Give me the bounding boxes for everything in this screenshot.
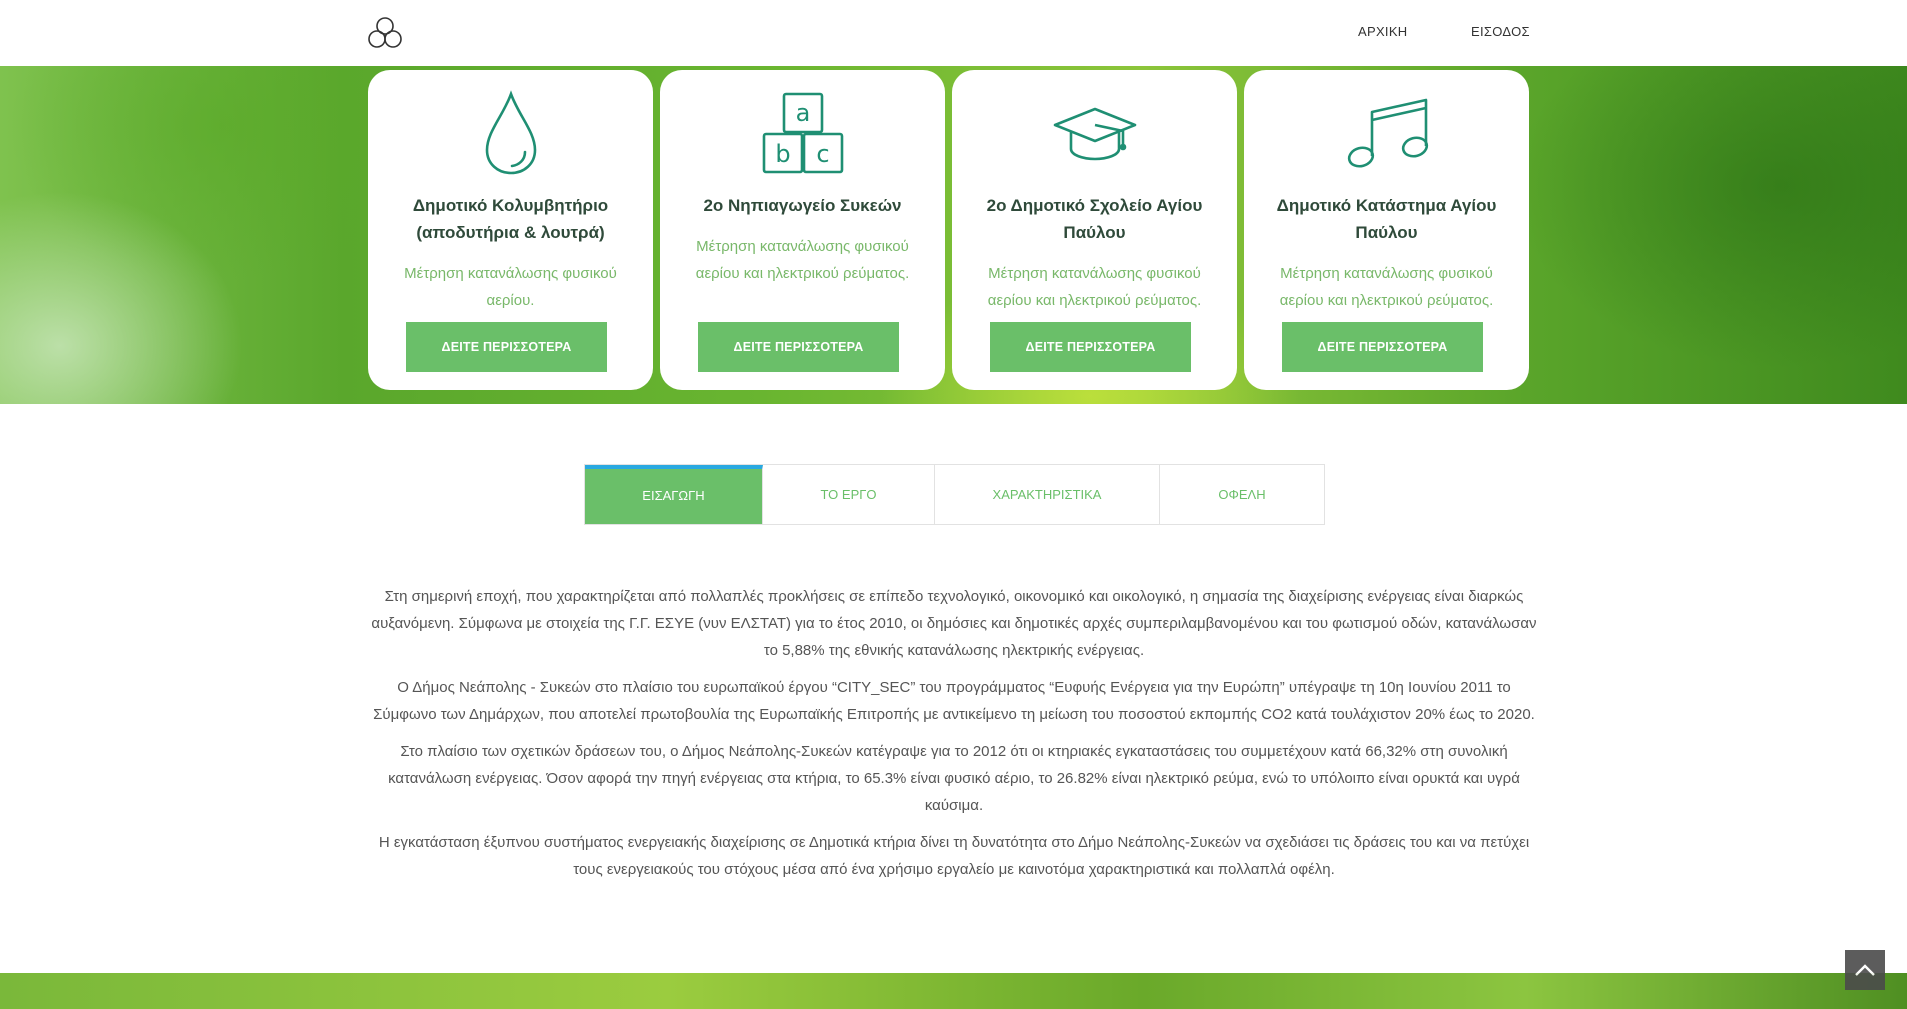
tab-benefits[interactable]: ΟΦΕΛΗ xyxy=(1160,465,1324,524)
see-more-button[interactable]: ΔΕΙΤΕ ΠΕΡΙΣΣΟΤΕΡΑ xyxy=(698,322,899,372)
see-more-button[interactable]: ΔΕΙΤΕ ΠΕΡΙΣΣΟΤΕΡΑ xyxy=(406,322,607,372)
card-description: Μέτρηση κατανάλωσης φυσικού αερίου και η… xyxy=(1279,265,1494,309)
card-description: Μέτρηση κατανάλωσης φυσικού αερίου και η… xyxy=(987,265,1202,309)
see-more-button[interactable]: ΔΕΙΤΕ ΠΕΡΙΣΣΟΤΕΡΑ xyxy=(1282,322,1483,372)
intro-paragraph: Ο Δήμος Νεάπολης - Συκεών στο πλαίσιο το… xyxy=(373,679,1535,723)
intro-paragraph: Στη σημερινή εποχή, που χαρακτηρίζεται α… xyxy=(371,588,1537,659)
tab-project[interactable]: ΤΟ ΕΡΓΟ xyxy=(763,465,935,524)
building-card: a b c 2ο Νηπιαγωγείο Συκεών Μέτρηση κατα… xyxy=(660,70,945,390)
nav-login-link[interactable]: ΕΙΣΟΔΟΣ xyxy=(1471,24,1530,39)
intro-paragraph: Η εγκατάσταση έξυπνου συστήματος ενεργει… xyxy=(378,834,1530,878)
card-title: 2ο Δημοτικό Σχολείο Αγίου Παύλου xyxy=(986,196,1203,242)
tab-intro[interactable]: ΕΙΣΑΓΩΓΗ xyxy=(585,465,763,524)
footer-background xyxy=(0,973,1907,1009)
card-description: Μέτρηση κατανάλωσης φυσικού αερίου και η… xyxy=(695,238,910,282)
building-card: Δημοτικό Κατάστημα Αγίου Παύλου Μέτρηση … xyxy=(1244,70,1529,390)
tab-features[interactable]: ΧΑΡΑΚΤΗΡΙΣΤΙΚΑ xyxy=(935,465,1160,524)
card-title: 2ο Νηπιαγωγείο Συκεών xyxy=(703,196,902,215)
nav-home-link[interactable]: ΑΡΧΙΚΗ xyxy=(1358,24,1407,39)
top-navbar: ΑΡΧΙΚΗ ΕΙΣΟΔΟΣ xyxy=(0,0,1907,66)
building-card: 2ο Δημοτικό Σχολείο Αγίου Παύλου Μέτρηση… xyxy=(952,70,1237,390)
svg-text:c: c xyxy=(816,140,829,168)
svg-text:b: b xyxy=(775,140,790,168)
recycle-circles-logo[interactable] xyxy=(366,15,404,53)
building-card: Δημοτικό Κολυμβητήριο (αποδυτήρια & λουτ… xyxy=(368,70,653,390)
card-description: Μέτρηση κατανάλωσης φυσικού αερίου. xyxy=(404,265,617,309)
card-title: Δημοτικό Κολυμβητήριο (αποδυτήρια & λουτ… xyxy=(412,196,609,242)
intro-paragraph: Στο πλαίσιο των σχετικών δράσεων του, ο … xyxy=(388,743,1520,814)
chevron-up-icon xyxy=(1855,964,1875,976)
info-tabs: ΕΙΣΑΓΩΓΗ ΤΟ ΕΡΓΟ ΧΑΡΑΚΤΗΡΙΣΤΙΚΑ ΟΦΕΛΗ xyxy=(584,464,1325,525)
scroll-to-top-button[interactable] xyxy=(1845,950,1885,990)
music-notes-icon xyxy=(1244,88,1529,178)
tab-content-intro: Στη σημερινή εποχή, που χαρακτηρίζεται α… xyxy=(364,583,1544,893)
see-more-button[interactable]: ΔΕΙΤΕ ΠΕΡΙΣΣΟΤΕΡΑ xyxy=(990,322,1191,372)
card-title: Δημοτικό Κατάστημα Αγίου Παύλου xyxy=(1276,196,1497,242)
water-drop-icon xyxy=(368,88,653,178)
graduation-cap-icon xyxy=(952,88,1237,178)
svg-text:a: a xyxy=(795,99,810,127)
abc-blocks-icon: a b c xyxy=(660,88,945,178)
